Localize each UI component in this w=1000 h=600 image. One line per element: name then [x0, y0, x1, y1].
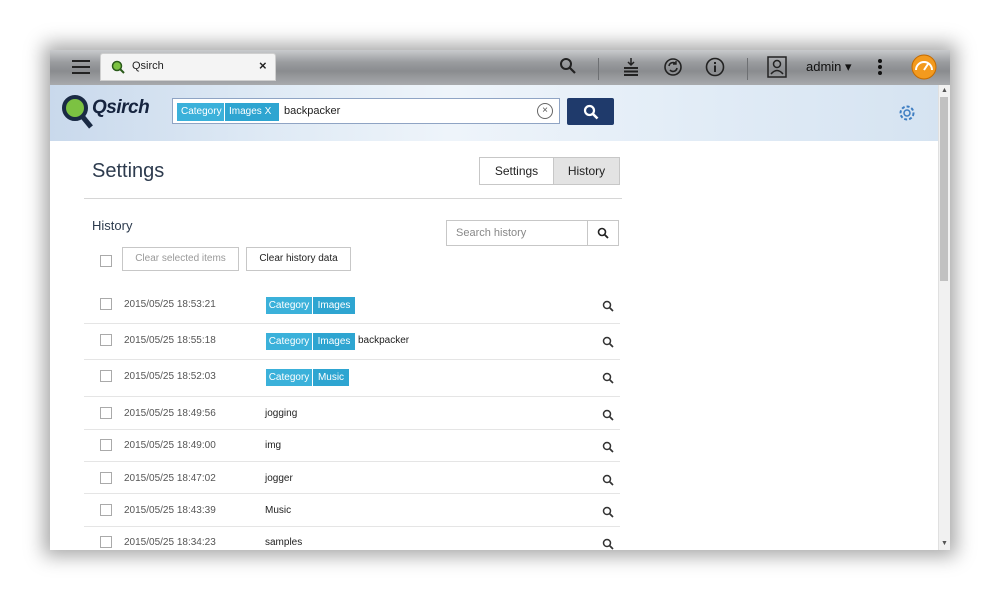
menu-icon[interactable]: [72, 58, 90, 76]
divider: [84, 526, 620, 527]
search-icon[interactable]: [602, 537, 614, 550]
row-chip-category: Category: [266, 333, 312, 350]
table-row[interactable]: 2015/05/25 18:53:21 Category Images: [84, 296, 620, 316]
search-icon: [597, 227, 609, 239]
table-row[interactable]: 2015/05/25 18:49:56 jogging: [84, 405, 620, 425]
scrollbar[interactable]: ▲ ▼: [938, 85, 950, 550]
divider: [84, 396, 620, 397]
row-term: jogging: [265, 408, 298, 419]
row-term: Music: [265, 505, 292, 516]
tab-settings[interactable]: Settings: [480, 158, 554, 184]
search-icon[interactable]: [602, 371, 614, 389]
table-row[interactable]: 2015/05/25 18:49:00 img: [84, 437, 620, 457]
row-chip-value: Images: [313, 297, 355, 314]
search-icon[interactable]: [602, 505, 614, 523]
settings-tabs: Settings History: [479, 157, 620, 185]
search-input[interactable]: Category Images X backpacker ×: [172, 98, 560, 124]
divider: [84, 198, 622, 199]
tab-label: Qsirch: [132, 60, 164, 72]
row-timestamp: 2015/05/25 18:53:21: [124, 299, 216, 310]
row-timestamp: 2015/05/25 18:47:02: [124, 473, 216, 484]
search-icon[interactable]: [602, 335, 614, 353]
row-checkbox[interactable]: [100, 472, 112, 484]
search-icon[interactable]: [602, 473, 614, 491]
table-row[interactable]: 2015/05/25 18:55:18 Category Images back…: [84, 332, 620, 352]
logo-text: Qsirch: [92, 97, 150, 118]
search-icon: [583, 104, 598, 119]
search-header: Qsirch Category Images X backpacker ×: [50, 85, 938, 141]
history-search: [446, 220, 619, 246]
row-checkbox[interactable]: [100, 536, 112, 548]
row-term: samples: [265, 537, 303, 548]
scroll-down-icon[interactable]: ▼: [939, 538, 950, 550]
row-checkbox[interactable]: [100, 334, 112, 346]
table-row[interactable]: 2015/05/25 18:34:23 samples: [84, 534, 620, 550]
clear-history-button[interactable]: Clear history data: [246, 247, 351, 271]
row-chip-category: Category: [266, 297, 312, 314]
table-row[interactable]: 2015/05/25 18:43:39 Music: [84, 502, 620, 522]
divider: [598, 58, 599, 80]
row-timestamp: 2015/05/25 18:43:39: [124, 505, 216, 516]
search-button[interactable]: [567, 98, 614, 125]
user-menu[interactable]: admin ▾: [806, 59, 852, 75]
gear-icon[interactable]: [898, 104, 916, 127]
row-checkbox[interactable]: [100, 439, 112, 451]
tab-qsirch[interactable]: Qsirch ×: [100, 53, 276, 81]
search-query: backpacker: [284, 105, 341, 117]
row-timestamp: 2015/05/25 18:49:00: [124, 440, 216, 451]
search-chip-images[interactable]: Images X: [225, 103, 279, 121]
stack-icon[interactable]: [622, 57, 640, 77]
sync-icon[interactable]: [663, 57, 683, 77]
page-title: Settings: [92, 160, 165, 182]
row-timestamp: 2015/05/25 18:49:56: [124, 408, 216, 419]
row-chip-value: Images: [313, 333, 355, 350]
row-checkbox[interactable]: [100, 298, 112, 310]
table-row[interactable]: 2015/05/25 18:52:03 Category Music: [84, 368, 620, 388]
more-icon[interactable]: [877, 58, 883, 76]
top-bar: Qsirch × admin ▾: [50, 50, 950, 85]
row-term: jogger: [265, 473, 293, 484]
divider: [84, 493, 620, 494]
search-icon[interactable]: [602, 440, 614, 458]
clear-search-icon[interactable]: ×: [537, 103, 553, 119]
history-search-input[interactable]: [447, 221, 596, 245]
user-icon[interactable]: [767, 56, 787, 78]
dashboard-icon[interactable]: [911, 54, 937, 80]
app-window: Qsirch × admin ▾ Qsirch Category Images …: [50, 50, 950, 550]
row-timestamp: 2015/05/25 18:52:03: [124, 371, 216, 382]
search-icon[interactable]: [602, 408, 614, 426]
divider: [747, 58, 748, 80]
row-checkbox[interactable]: [100, 504, 112, 516]
divider: [84, 359, 620, 360]
history-search-button[interactable]: [587, 221, 618, 245]
clear-selected-button[interactable]: Clear selected items: [122, 247, 239, 271]
section-heading: History: [92, 218, 133, 233]
scrollbar-thumb[interactable]: [940, 97, 948, 281]
select-all-checkbox[interactable]: [100, 255, 112, 267]
divider: [84, 461, 620, 462]
row-query: backpacker: [358, 335, 410, 346]
qsirch-app-icon: [111, 60, 125, 79]
divider: [84, 429, 620, 430]
row-chip-value: Music: [313, 369, 349, 386]
search-icon[interactable]: [559, 57, 577, 75]
row-chip-category: Category: [266, 369, 312, 386]
row-timestamp: 2015/05/25 18:34:23: [124, 537, 216, 548]
tab-close-icon[interactable]: ×: [259, 58, 267, 73]
divider: [84, 323, 620, 324]
scroll-up-icon[interactable]: ▲: [939, 85, 950, 97]
row-term: img: [265, 440, 282, 451]
tab-history[interactable]: History: [554, 158, 619, 184]
info-icon[interactable]: [705, 57, 725, 77]
qsirch-logo-icon: [60, 93, 96, 138]
table-row[interactable]: 2015/05/25 18:47:02 jogger: [84, 470, 620, 490]
search-chip-category: Category: [177, 103, 224, 121]
row-checkbox[interactable]: [100, 370, 112, 382]
row-timestamp: 2015/05/25 18:55:18: [124, 335, 216, 346]
search-icon[interactable]: [602, 299, 614, 317]
row-checkbox[interactable]: [100, 407, 112, 419]
